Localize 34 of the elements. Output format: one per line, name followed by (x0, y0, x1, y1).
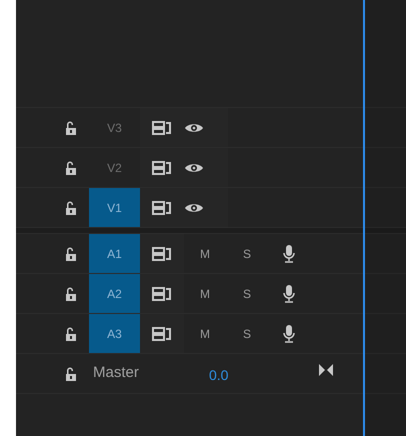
track-target-button[interactable]: A3 (89, 314, 140, 353)
sync-lock-icon[interactable] (152, 246, 172, 260)
eye-icon[interactable] (184, 162, 204, 174)
sync-lock-icon[interactable] (152, 120, 172, 134)
lock-icon[interactable] (65, 366, 77, 380)
track-target-button[interactable]: V2 (89, 148, 140, 187)
microphone-icon[interactable] (282, 324, 296, 344)
mute-button[interactable]: M (184, 324, 226, 342)
track-target-button[interactable]: A1 (89, 234, 140, 273)
track-target-button[interactable]: V1 (89, 188, 140, 227)
sync-lock-icon[interactable] (152, 160, 172, 174)
microphone-icon[interactable] (282, 284, 296, 304)
eye-icon[interactable] (184, 202, 204, 214)
lock-icon[interactable] (65, 160, 77, 174)
solo-button[interactable]: S (226, 244, 268, 262)
solo-button[interactable]: S (226, 284, 268, 302)
lock-icon[interactable] (65, 286, 77, 300)
sync-lock-icon[interactable] (152, 326, 172, 340)
track-target-button[interactable]: A2 (89, 274, 140, 313)
lock-icon[interactable] (65, 120, 77, 134)
track-name: Master (92, 363, 140, 384)
sync-lock-icon[interactable] (152, 286, 172, 300)
mute-button[interactable]: M (184, 244, 226, 262)
bowtie-icon[interactable] (319, 364, 333, 376)
lock-icon[interactable] (65, 200, 77, 214)
sync-lock-icon[interactable] (152, 200, 172, 214)
solo-button[interactable]: S (226, 324, 268, 342)
track-target-button[interactable]: V3 (89, 108, 140, 147)
lock-icon[interactable] (65, 326, 77, 340)
mute-button[interactable]: M (184, 284, 226, 302)
eye-icon[interactable] (184, 122, 204, 134)
lock-icon[interactable] (65, 246, 77, 260)
microphone-icon[interactable] (282, 244, 296, 264)
volume-value[interactable]: 0.0 (209, 361, 319, 386)
